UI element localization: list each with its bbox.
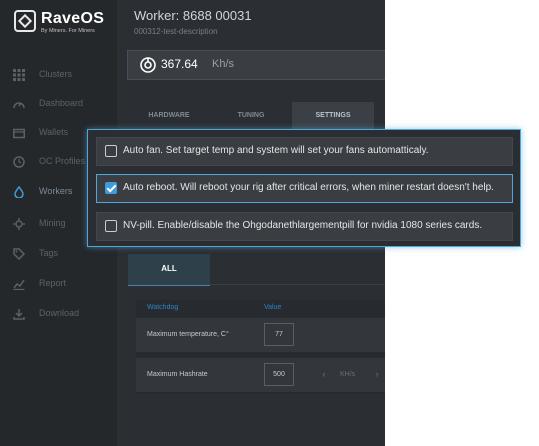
sidebar-item-label: Report — [39, 278, 67, 288]
max-hashrate-input[interactable]: 500 — [264, 363, 294, 386]
logo-icon — [14, 10, 36, 32]
hashrate-display: 367.64 Kh/s — [127, 50, 385, 80]
option-auto-fan[interactable]: Auto fan. Set target temp and system wil… — [96, 137, 513, 166]
hashrate-icon — [140, 57, 156, 73]
row-label: Maximum temperature, C° — [147, 331, 229, 338]
page-title: Worker: 8688 00031 — [134, 8, 252, 23]
chevron-left-icon[interactable]: ‹ — [316, 363, 332, 386]
sidebar-item-label: Clusters — [39, 69, 73, 79]
option-label: NV-pill. Enable/disable the Ohgodanethla… — [123, 220, 483, 231]
auto-fan-checkbox[interactable] — [105, 145, 117, 157]
hashrate-unit: Kh/s — [212, 58, 235, 70]
table-row: Maximum temperature, C° 77 — [136, 317, 385, 352]
sidebar-item-label: Tags — [39, 248, 59, 258]
row-label: Maximum Hashrate — [147, 371, 208, 378]
gauge-icon — [13, 102, 25, 109]
tab-settings[interactable]: SETTINGS — [292, 102, 374, 130]
option-auto-reboot[interactable]: Auto reboot. Will reboot your rig after … — [96, 174, 513, 203]
gear-icon — [13, 218, 25, 230]
column-header-value: Value — [264, 304, 282, 311]
divider — [128, 284, 385, 285]
settings-options-popup: Auto fan. Set target temp and system wil… — [87, 129, 521, 247]
tab-hardware[interactable]: HARDWARE — [128, 102, 210, 130]
sidebar-item-label: OC Profiles — [39, 156, 86, 166]
worker-header: Worker: 8688 00031 000312-test-descripti… — [117, 0, 385, 86]
brand-name: RaveOS — [41, 10, 105, 27]
auto-reboot-checkbox[interactable] — [105, 182, 117, 194]
sidebar-item-label: Workers — [39, 186, 73, 196]
sidebar-item-label: Mining — [39, 218, 66, 228]
chevron-right-icon[interactable]: › — [369, 363, 385, 386]
download-icon — [13, 309, 25, 320]
nv-pill-checkbox[interactable] — [105, 220, 117, 232]
option-label: Auto fan. Set target temp and system wil… — [123, 145, 429, 156]
brand-logo[interactable]: RaveOS By Miners. For Miners — [14, 10, 110, 36]
wallet-icon — [13, 128, 25, 139]
clock-icon — [13, 156, 25, 168]
sidebar-item-label: Download — [39, 308, 80, 318]
hashrate-unit-label: KH/s — [340, 371, 356, 378]
tab-all[interactable]: ALL — [128, 254, 210, 286]
drop-icon — [14, 186, 24, 198]
sidebar-item-label: Dashboard — [39, 98, 84, 108]
grid-icon — [13, 69, 25, 81]
column-header-watchdog: Watchdog — [147, 304, 179, 311]
watchdog-table: Watchdog Value Maximum temperature, C° 7… — [136, 300, 385, 394]
sidebar-item-download[interactable]: Download — [0, 305, 117, 325]
brand-tagline: By Miners. For Miners — [41, 28, 95, 34]
worker-description: 000312-test-description — [134, 27, 218, 36]
chart-icon — [13, 279, 25, 290]
sidebar-item-clusters[interactable]: Clusters — [0, 66, 117, 86]
option-label: Auto reboot. Will reboot your rig after … — [123, 182, 494, 193]
table-row: Maximum Hashrate 500 ‹ KH/s › — [136, 357, 385, 392]
option-nv-pill[interactable]: NV-pill. Enable/disable the Ohgodanethla… — [96, 212, 513, 241]
sidebar-item-tags[interactable]: Tags — [0, 245, 117, 265]
hashrate-unit-stepper: ‹ KH/s › — [312, 363, 385, 386]
max-temperature-input[interactable]: 77 — [264, 323, 294, 346]
tag-icon — [13, 248, 25, 260]
tab-tuning[interactable]: TUNING — [210, 102, 292, 130]
sidebar-item-report[interactable]: Report — [0, 275, 117, 295]
hashrate-value: 367.64 — [161, 57, 198, 71]
sidebar-item-label: Wallets — [39, 127, 69, 137]
sidebar-item-dashboard[interactable]: Dashboard — [0, 95, 117, 115]
